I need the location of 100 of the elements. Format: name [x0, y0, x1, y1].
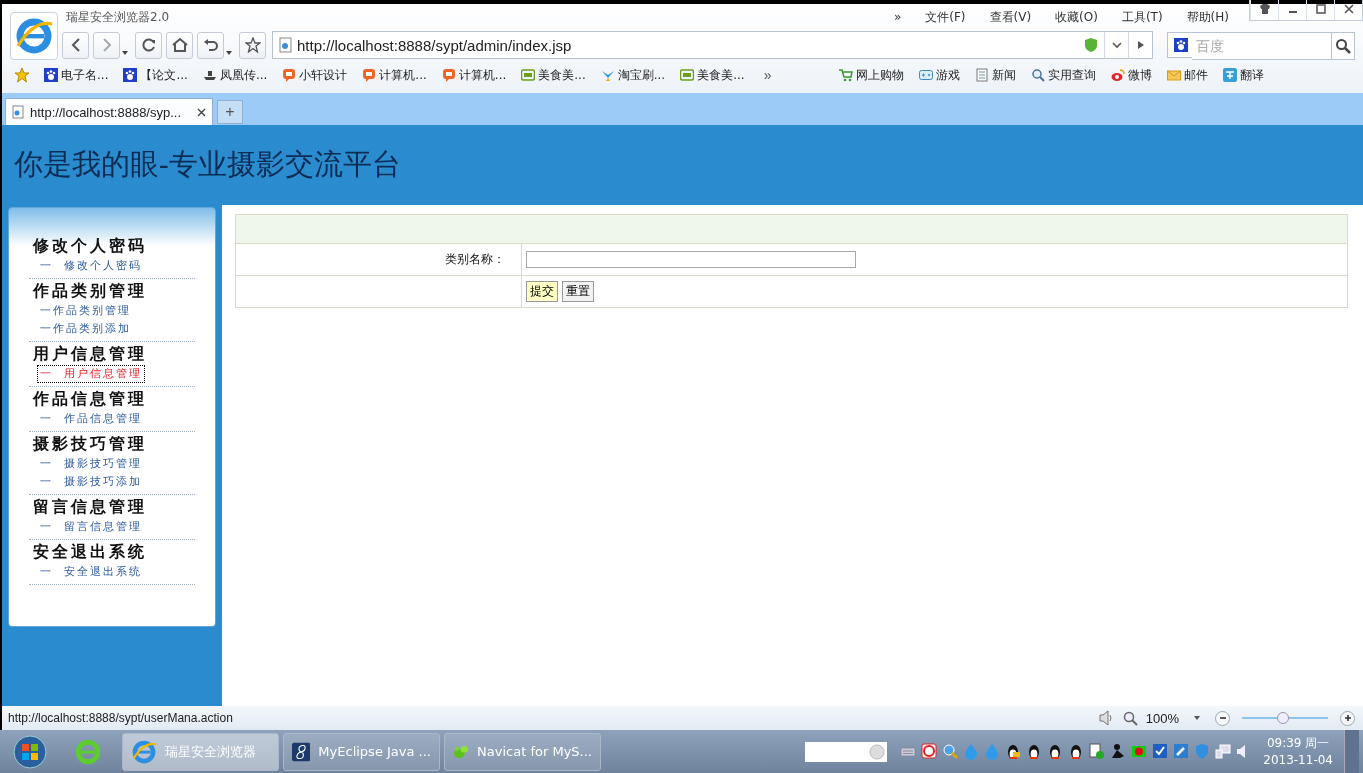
bookmark-item[interactable]: 凤凰传... — [196, 66, 277, 84]
penguin-icon[interactable] — [1029, 745, 1040, 759]
plus-icon[interactable] — [1343, 714, 1352, 722]
sidebar-link[interactable]: 一 摄影技巧管理 — [37, 455, 145, 473]
clock-time: 09:39 周一 — [1266, 734, 1330, 752]
magnifier-globe-icon[interactable] — [943, 744, 959, 759]
speech-bubble-icon — [282, 68, 297, 82]
search-icon[interactable] — [1335, 38, 1351, 54]
sidebar-link[interactable]: 一 安全退出系统 — [37, 563, 145, 581]
play-icon[interactable] — [1136, 40, 1145, 50]
menu-item[interactable]: 查看(V) — [977, 8, 1044, 26]
bookmark-item[interactable]: 电子名... — [38, 66, 118, 84]
search-button[interactable] — [1331, 32, 1355, 60]
caret-icon[interactable] — [121, 50, 129, 56]
menu-group-title: 安全退出系统 — [32, 542, 148, 562]
penguin-icon[interactable] — [1050, 745, 1061, 759]
sidebar-link[interactable]: 一 摄影技巧添加 — [37, 473, 145, 491]
menu-overflow-button[interactable]: » — [881, 10, 914, 24]
new-tab-button[interactable]: + — [217, 100, 243, 124]
home-icon[interactable] — [171, 37, 188, 53]
taskbar-search-field[interactable] — [805, 741, 888, 762]
close-icon[interactable] — [1343, 4, 1354, 14]
bookmark-item[interactable]: 淘宝刷... — [594, 66, 675, 84]
undo-icon[interactable] — [202, 37, 219, 53]
document-play-icon[interactable] — [1089, 743, 1105, 759]
bookmark-item[interactable]: 计算机... — [435, 66, 516, 84]
penguin-icon[interactable] — [1071, 745, 1082, 759]
minus-icon[interactable] — [1218, 714, 1227, 722]
penguin-envelope-icon[interactable] — [1008, 745, 1021, 759]
menu-item[interactable]: 帮助(H) — [1174, 8, 1241, 26]
quick-link[interactable]: 微博 — [1105, 66, 1162, 84]
gamepad-icon — [919, 68, 934, 82]
paw-icon — [1174, 38, 1188, 52]
undo-button[interactable] — [197, 31, 224, 59]
zoom-out-button[interactable] — [1215, 710, 1230, 726]
bookmark-item[interactable]: 【论文... — [117, 66, 197, 84]
quick-link[interactable]: 网上购物 — [833, 66, 914, 84]
menu-group-title: 留言信息管理 — [32, 497, 148, 517]
address-bar[interactable]: http://localhost:8888/sypt/admin/index.jsp — [272, 31, 1153, 59]
record-icon[interactable] — [1132, 746, 1147, 757]
quick-link[interactable]: 翻译 — [1217, 66, 1274, 84]
bookmarks-overflow-button[interactable]: » — [763, 67, 772, 83]
caret-icon[interactable] — [225, 50, 233, 56]
network-icon[interactable] — [1215, 744, 1231, 759]
menu-item[interactable]: 文件(F) — [913, 8, 978, 26]
refresh-button[interactable] — [135, 31, 162, 59]
maximize-icon[interactable] — [1315, 4, 1326, 14]
reset-button[interactable]: 重置 — [562, 281, 594, 302]
zoom-in-button[interactable] — [1340, 710, 1355, 726]
ie-icon — [131, 738, 157, 765]
menu-item[interactable]: 工具(T) — [1109, 8, 1175, 26]
bookmark-item[interactable]: 美食美... — [674, 66, 754, 84]
favorites-star-icon[interactable] — [14, 67, 30, 83]
bookmark-star-button[interactable] — [239, 31, 266, 59]
magnifier-icon — [1031, 68, 1046, 82]
input-field[interactable] — [526, 251, 856, 268]
menu-group-title: 用户信息管理 — [32, 344, 148, 364]
quick-link[interactable]: 实用查询 — [1025, 66, 1106, 84]
speaker-icon[interactable] — [1098, 710, 1115, 726]
quick-link[interactable]: 新闻 — [969, 66, 1026, 84]
paw-icon — [44, 68, 58, 82]
menu-item[interactable]: 收藏(O) — [1043, 8, 1110, 26]
bookmark-item[interactable]: 小轩设计 — [276, 66, 357, 84]
shirt-icon[interactable] — [1258, 3, 1271, 15]
menu-group-title: 修改个人密码 — [31, 236, 148, 256]
caret-icon[interactable] — [1193, 715, 1201, 721]
star-icon[interactable] — [244, 37, 261, 53]
chevron-icon[interactable] — [1111, 41, 1122, 49]
browser-tab[interactable]: http://localhost:8888/syp... — [5, 98, 213, 125]
paw-icon — [123, 68, 138, 82]
bird-icon — [600, 68, 615, 82]
home-button[interactable] — [166, 31, 193, 59]
sidebar-link[interactable]: 一 用户信息管理 — [37, 365, 145, 383]
windows-logo-icon[interactable] — [13, 734, 47, 769]
sidebar-link[interactable]: 一 留言信息管理 — [37, 518, 145, 536]
zoom-icon[interactable] — [1122, 710, 1138, 726]
wrench-icon[interactable] — [1174, 744, 1189, 758]
sidebar-link[interactable]: 一作品类别管理 — [37, 302, 134, 320]
sidebar-link[interactable]: 一 修改个人密码 — [37, 257, 145, 275]
bookmark-item[interactable]: 美食美... — [515, 66, 595, 84]
back-button[interactable] — [62, 31, 89, 59]
refresh-icon[interactable] — [140, 37, 157, 53]
quick-link[interactable]: 游戏 — [913, 66, 970, 84]
quick-link[interactable]: 邮件 — [1161, 66, 1218, 84]
seal-icon[interactable] — [921, 743, 937, 759]
zoom-level[interactable]: 100% — [1145, 710, 1179, 726]
close-icon[interactable] — [197, 108, 206, 117]
submit-button[interactable]: 提交 — [526, 281, 558, 302]
cart-icon — [839, 68, 854, 82]
site-title: 你是我的眼-专业摄影交流平台 — [14, 147, 401, 182]
menu-group-title: 作品类别管理 — [31, 281, 148, 301]
sidebar-link[interactable]: 一 作品信息管理 — [37, 410, 145, 428]
bookmark-item[interactable]: 计算机... — [356, 66, 436, 84]
figure-icon[interactable] — [1112, 744, 1125, 758]
speaker-icon[interactable] — [1237, 745, 1246, 758]
sidebar-link[interactable]: 一作品类别添加 — [37, 320, 134, 338]
check-square-icon[interactable] — [1153, 744, 1168, 758]
search-field[interactable]: 百度 — [1192, 32, 1331, 60]
translate-icon — [1223, 68, 1238, 82]
slider-thumb[interactable] — [1277, 712, 1290, 724]
